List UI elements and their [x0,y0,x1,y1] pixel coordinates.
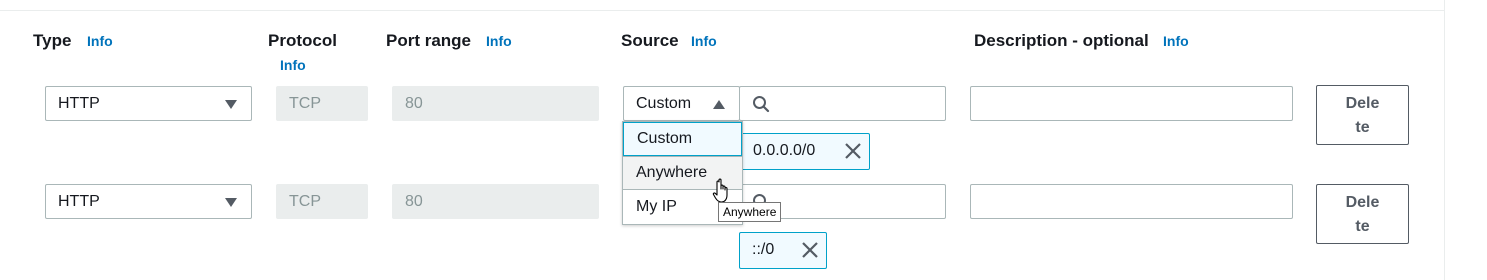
info-link-protocol[interactable]: Info [280,57,306,73]
delete-button-label: Dele [1345,194,1380,211]
cidr-search-input-1[interactable] [739,86,946,121]
info-link-port-range[interactable]: Info [486,33,512,49]
info-link-type[interactable]: Info [87,33,113,49]
option-label: Anywhere [636,164,708,181]
header-port-range: Port range [386,31,472,50]
source-select-value: Custom [636,95,692,112]
caret-up-icon [713,100,725,109]
cidr-token-value: ::/0 [752,241,775,258]
header-type: Type [33,31,72,50]
info-link-description[interactable]: Info [1163,33,1189,49]
delete-button-label: te [1355,119,1370,136]
search-icon [753,96,770,113]
type-select-value: HTTP [58,95,100,112]
source-select-1[interactable]: Custom [623,86,740,121]
port-range-value: 80 [405,95,423,112]
protocol-value: TCP [289,193,321,210]
header-protocol: Protocol [268,31,337,50]
info-link-source[interactable]: Info [691,33,717,49]
option-tooltip: Anywhere [718,202,782,222]
dropdown-option-custom[interactable]: Custom [623,122,742,156]
option-label: Custom [637,130,693,147]
protocol-value: TCP [289,95,321,112]
panel-right-border [1444,0,1445,280]
port-range-field-2: 80 [392,184,599,219]
description-input-1[interactable] [970,86,1293,121]
delete-button-label: te [1355,218,1370,235]
protocol-field-2: TCP [276,184,368,219]
port-range-value: 80 [405,193,423,210]
port-range-field-1: 80 [392,86,599,121]
cidr-token-value: 0.0.0.0/0 [753,142,816,159]
panel-top-border [0,10,1444,11]
delete-button-label: Dele [1345,95,1380,112]
type-select-1[interactable]: HTTP [45,86,252,121]
protocol-field-1: TCP [276,86,368,121]
description-input-2[interactable] [970,184,1293,219]
type-select-value: HTTP [58,193,100,210]
type-select-2[interactable]: HTTP [45,184,252,219]
cidr-token-1: 0.0.0.0/0 [740,133,870,170]
caret-down-icon [225,100,237,109]
header-description: Description - optional [974,31,1149,50]
hand-pointer-icon [712,178,728,203]
caret-down-icon [225,198,237,207]
option-label: My IP [636,198,677,215]
delete-button-2[interactable]: Dele te [1316,184,1409,244]
close-icon[interactable] [843,141,863,161]
close-icon[interactable] [800,240,820,260]
cidr-token-2: ::/0 [739,232,827,269]
header-source: Source [621,31,679,50]
delete-button-1[interactable]: Dele te [1316,85,1409,145]
